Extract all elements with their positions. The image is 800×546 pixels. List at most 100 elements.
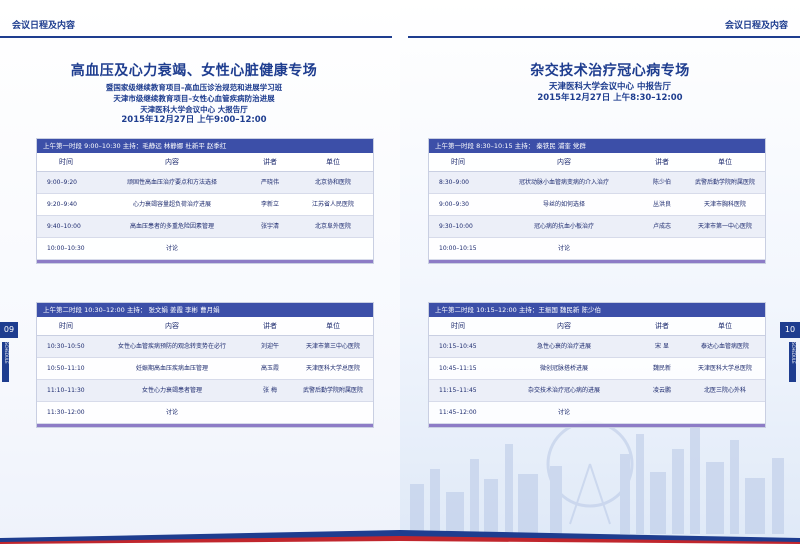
row-time: 11:45–12:00 bbox=[439, 409, 477, 416]
row-content: 讨论 bbox=[165, 245, 178, 252]
table-row: 11:15–11:45 杂交技术治疗冠心病的进展 凌云鹏 北医三院心外科 bbox=[429, 380, 765, 402]
col-time: 时间 bbox=[451, 158, 465, 166]
table-header: 时间 内容 讲者 单位 bbox=[429, 153, 765, 172]
row-unit: 天津市第一中心医院 bbox=[697, 223, 752, 230]
table-header: 时间 内容 讲者 单位 bbox=[37, 153, 373, 172]
session-title: 高血压及心力衰竭、女性心脏健康专场 bbox=[70, 63, 318, 79]
table-row: 8:30–9:00 冠状动脉小血管病变病的介入治疗 陈少伯 武警后勤学院附属医院 bbox=[429, 172, 765, 194]
session-venue: 天津医科大学会议中心 大报告厅 bbox=[140, 105, 248, 114]
table-row: 10:00–10:30 讨论 bbox=[37, 238, 373, 260]
table-row: 11:10–11:30 女性心力衰竭患者管理 张 梅 武警后勤学院附属医院 bbox=[37, 380, 373, 402]
row-time: 9:00–9:20 bbox=[47, 179, 77, 186]
row-time: 10:15–10:45 bbox=[439, 343, 477, 350]
section-header: 会议日程及内容 bbox=[12, 21, 76, 31]
row-unit: 泰达心血管病医院 bbox=[700, 343, 749, 350]
col-unit: 单位 bbox=[326, 322, 340, 330]
row-speaker: 张 梅 bbox=[263, 387, 277, 394]
row-unit: 武警后勤学院附属医院 bbox=[694, 179, 755, 186]
session-title-block: 杂交技术治疗冠心病专场 天津医科大学会议中心 中报告厅 2015年12月27日 … bbox=[410, 60, 800, 104]
session-datetime: 2015年12月27日 上午8:30–12:00 bbox=[537, 93, 683, 103]
table-row: 9:30–10:00 冠心病的抗血小板治疗 卢成志 天津市第一中心医院 bbox=[429, 216, 765, 238]
table-header: 时间 内容 讲者 单位 bbox=[429, 317, 765, 336]
session-title-block: 高血压及心力衰竭、女性心脏健康专场 暨国家级继续教育项目–高血压诊治规范和进展学… bbox=[0, 60, 394, 126]
table-bottom-rule bbox=[429, 260, 765, 263]
table-header: 时间 内容 讲者 单位 bbox=[37, 317, 373, 336]
section-header: 会议日程及内容 bbox=[724, 21, 788, 31]
session-datetime: 2015年12月27日 上午9:00–12:00 bbox=[121, 115, 267, 125]
row-content: 冠状动脉小血管病变病的介入治疗 bbox=[518, 179, 609, 186]
schedule-table-2: 上午第二时段 10:30–12:00 主持： 张文娟 姜霞 李彬 曹月娟 时间 … bbox=[36, 302, 374, 428]
schedule-table-1: 上午第一时段 9:00–10:30 主持：毛静远 林静娜 杜新平 赵季红 时间 … bbox=[36, 138, 374, 264]
page-number: 09 bbox=[0, 322, 18, 338]
col-content: 内容 bbox=[557, 322, 571, 330]
row-speaker: 宋 显 bbox=[655, 343, 669, 350]
row-speaker bbox=[247, 402, 293, 423]
row-time: 10:00–10:15 bbox=[439, 245, 477, 252]
row-time: 10:45–11:15 bbox=[439, 365, 477, 372]
page-number: 10 bbox=[780, 322, 800, 338]
row-speaker: 张宇清 bbox=[260, 223, 279, 230]
table-row: 10:00–10:15 讨论 bbox=[429, 238, 765, 260]
session-venue: 天津医科大学会议中心 中报告厅 bbox=[549, 82, 671, 92]
row-content: 妊娠期高血压疾病血压管理 bbox=[135, 365, 208, 372]
row-speaker bbox=[247, 238, 293, 259]
row-speaker: 魏民新 bbox=[652, 365, 671, 372]
row-content: 讨论 bbox=[557, 409, 570, 416]
col-time: 时间 bbox=[59, 158, 73, 166]
session-subtitle-2: 天津市级继续教育项目–女性心血管疾病防治进展 bbox=[113, 94, 275, 103]
table-bottom-rule bbox=[37, 424, 373, 427]
row-unit: 武警后勤学院附属医院 bbox=[302, 387, 363, 394]
row-unit: 北医三院心外科 bbox=[703, 387, 746, 394]
row-unit: 天津市胸科医院 bbox=[703, 201, 746, 208]
table-row: 9:20–9:40 心力衰竭容量超负荷治疗进展 李新立 江苏省人民医院 bbox=[37, 194, 373, 216]
table-bottom-rule bbox=[37, 260, 373, 263]
row-content: 讨论 bbox=[165, 409, 178, 416]
col-unit: 单位 bbox=[718, 322, 732, 330]
row-speaker: 高玉霞 bbox=[260, 365, 279, 372]
row-unit: 天津医科大学总医院 bbox=[305, 365, 360, 372]
schedule-table-2: 上午第二时段 10:15–12:00 主持：王振国 魏民新 陈少伯 时间 内容 … bbox=[428, 302, 766, 428]
row-speaker: 李新立 bbox=[260, 201, 279, 208]
row-speaker: 刘迎午 bbox=[260, 343, 279, 350]
row-time: 11:10–11:30 bbox=[47, 387, 85, 394]
row-unit bbox=[685, 238, 765, 259]
row-content: 微创冠脉搭桥进展 bbox=[539, 365, 588, 372]
row-unit: 北京协和医院 bbox=[314, 179, 351, 186]
session-title: 杂交技术治疗冠心病专场 bbox=[530, 63, 690, 79]
row-time: 9:20–9:40 bbox=[47, 201, 77, 208]
row-speaker: 卢成志 bbox=[652, 223, 671, 230]
row-time: 9:00–9:30 bbox=[439, 201, 469, 208]
row-unit: 北京阜外医院 bbox=[314, 223, 351, 230]
session-subtitle-1: 暨国家级继续教育项目–高血压诊治规范和进展学习班 bbox=[105, 83, 283, 92]
row-time: 10:30–10:50 bbox=[47, 343, 85, 350]
row-unit bbox=[293, 238, 373, 259]
row-speaker: 凌云鹏 bbox=[652, 387, 671, 394]
row-time: 11:15–11:45 bbox=[439, 387, 477, 394]
header-divider bbox=[408, 36, 800, 38]
row-unit bbox=[293, 402, 373, 423]
row-speaker bbox=[639, 238, 685, 259]
row-unit: 天津市第三中心医院 bbox=[305, 343, 360, 350]
table-row: 11:30–12:00 讨论 bbox=[37, 402, 373, 424]
right-page: 会议日程及内容 杂交技术治疗冠心病专场 天津医科大学会议中心 中报告厅 2015… bbox=[400, 0, 800, 546]
left-page: 会议日程及内容 高血压及心力衰竭、女性心脏健康专场 暨国家级继续教育项目–高血压… bbox=[0, 0, 400, 546]
row-unit: 江苏省人民医院 bbox=[311, 201, 354, 208]
row-unit bbox=[685, 402, 765, 423]
col-speaker: 讲者 bbox=[655, 322, 669, 330]
row-time: 9:30–10:00 bbox=[439, 223, 473, 230]
col-unit: 单位 bbox=[326, 158, 340, 166]
row-content: 急性心衰的治疗进展 bbox=[536, 343, 591, 350]
row-content: 冠心病的抗血小板治疗 bbox=[533, 223, 594, 230]
schedule-bar: 上午第二时段 10:15–12:00 主持：王振国 魏民新 陈少伯 bbox=[429, 303, 765, 317]
row-speaker bbox=[639, 402, 685, 423]
row-time: 11:30–12:00 bbox=[47, 409, 85, 416]
table-row: 9:00–9:30 导丝的如何选择 丛洪良 天津市胸科医院 bbox=[429, 194, 765, 216]
row-content: 女性心血管疾病预防的观念转变势在必行 bbox=[117, 343, 226, 350]
col-speaker: 讲者 bbox=[263, 322, 277, 330]
row-content: 导丝的如何选择 bbox=[542, 201, 585, 208]
table-bottom-rule bbox=[429, 424, 765, 427]
schedule-bar: 上午第一时段 8:30–10:15 主持： 秦铁民 浦奎 党群 bbox=[429, 139, 765, 153]
row-content: 心力衰竭容量超负荷治疗进展 bbox=[132, 201, 211, 208]
row-content: 杂交技术治疗冠心病的进展 bbox=[527, 387, 600, 394]
row-content: 讨论 bbox=[557, 245, 570, 252]
